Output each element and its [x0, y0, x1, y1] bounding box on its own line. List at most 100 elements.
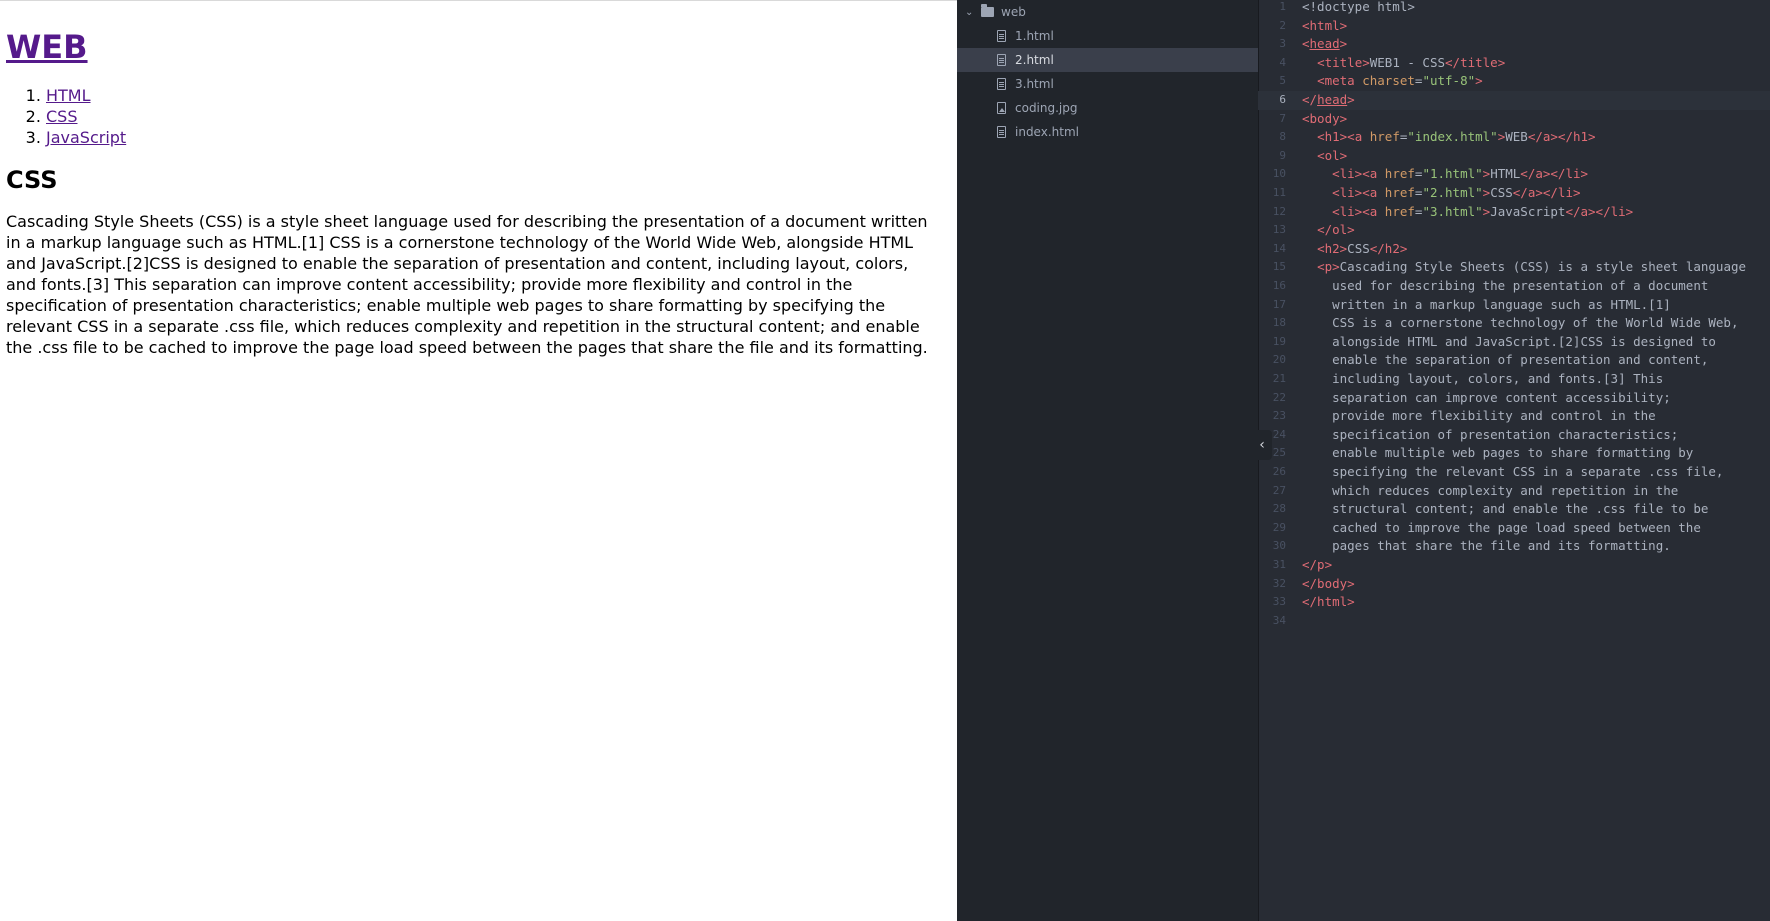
- code-line: 23 provide more flexibility and control …: [1258, 407, 1770, 426]
- body-paragraph: Cascading Style Sheets (CSS) is a style …: [6, 212, 928, 357]
- line-number: 23: [1272, 409, 1286, 423]
- code-text: <html>: [1302, 17, 1348, 33]
- tree-file-3-html[interactable]: 3.html: [957, 72, 1258, 96]
- line-number: 14: [1272, 241, 1286, 255]
- file-label: coding.jpg: [1015, 101, 1078, 115]
- code-line: 27 which reduces complexity and repetiti…: [1258, 482, 1770, 501]
- line-number: 16: [1272, 279, 1286, 292]
- code-text: used for describing the presentation of …: [1302, 278, 1709, 293]
- code-text: <ol>: [1317, 147, 1348, 163]
- code-line: 12 <li><a href="3.html">JavaScript</a></…: [1258, 203, 1770, 222]
- file-icon: [997, 126, 1006, 138]
- code-text: provide more flexibility and control in …: [1302, 408, 1656, 424]
- code-editor[interactable]: 1 <!doctype html> 2 <html> 3 <head> 4 <title>W…: [1258, 0, 1770, 921]
- nav-link-html[interactable]: HTML: [46, 86, 91, 105]
- code-text: </ol>: [1317, 222, 1355, 238]
- chevron-left-icon: ‹: [1259, 437, 1265, 453]
- collapse-panel-button[interactable]: ‹: [1252, 430, 1272, 460]
- code-text: enable the separation of presentation an…: [1302, 352, 1709, 368]
- list-item: HTML: [46, 85, 951, 106]
- code-text: enable multiple web pages to share forma…: [1302, 445, 1694, 461]
- code-line: 29 cached to improve the page load speed…: [1258, 519, 1770, 538]
- code-text: structural content; and enable the .css …: [1302, 501, 1709, 517]
- line-number: 9: [1279, 148, 1286, 162]
- tree-file-2-html[interactable]: 2.html: [957, 48, 1258, 72]
- line-number: 4: [1279, 55, 1286, 69]
- line-number: 10: [1272, 167, 1286, 181]
- line-number: 29: [1272, 520, 1286, 534]
- code-text: pages that share the file and its format…: [1302, 538, 1671, 554]
- code-text: alongside HTML and JavaScript.[2]CSS is …: [1302, 333, 1716, 349]
- code-line: 26 specifying the relevant CSS in a sepa…: [1258, 463, 1770, 482]
- list-item: JavaScript: [46, 127, 951, 148]
- code-text: </p>: [1302, 557, 1333, 572]
- preview-content: WEB HTML CSS JavaScript CSS Cascading St…: [0, 25, 957, 358]
- code-text: <li><a href="2.html">CSS</a></li>: [1332, 185, 1581, 200]
- code-text: <li><a href="1.html">HTML</a></li>: [1332, 166, 1589, 182]
- code-text: written in a markup language such as HTM…: [1302, 296, 1671, 312]
- code-line: 17 written in a markup language such as …: [1258, 296, 1770, 315]
- code-line: 8 <h1><a href="index.html">WEB</a></h1>: [1258, 128, 1770, 147]
- code-line: 5 <meta charset="utf-8">: [1258, 72, 1770, 91]
- tree-file-1-html[interactable]: 1.html: [957, 24, 1258, 48]
- page-title: WEB: [6, 25, 951, 69]
- file-label: 3.html: [1015, 77, 1054, 91]
- line-number: 21: [1272, 372, 1286, 385]
- code-line: 20 enable the separation of presentation…: [1258, 351, 1770, 370]
- tree-file-coding-jpg[interactable]: coding.jpg: [957, 96, 1258, 120]
- code-line: 31 </p>: [1258, 556, 1770, 575]
- nav-link-javascript[interactable]: JavaScript: [46, 128, 126, 147]
- browser-preview-pane: WEB HTML CSS JavaScript CSS Cascading St…: [0, 0, 957, 921]
- code-line: 32 </body>: [1258, 575, 1770, 594]
- line-number: 12: [1272, 204, 1286, 218]
- file-icon: [997, 54, 1006, 66]
- code-text: <h2>CSS</h2>: [1317, 240, 1408, 256]
- code-line: 13 </ol>: [1258, 221, 1770, 240]
- line-number: 31: [1272, 558, 1286, 571]
- nav-link-css[interactable]: CSS: [46, 107, 77, 126]
- code-text: <h1><a href="index.html">WEB</a></h1>: [1317, 129, 1596, 145]
- line-number: 6: [1279, 93, 1286, 106]
- code-text: <!doctype html>: [1302, 0, 1415, 14]
- code-line: 15 <p>Cascading Style Sheets (CSS) is a …: [1258, 258, 1770, 277]
- code-line: 24 specification of presentation charact…: [1258, 426, 1770, 445]
- file-label: 2.html: [1015, 53, 1054, 67]
- page-title-link[interactable]: WEB: [6, 28, 88, 66]
- folder-icon: [981, 4, 994, 17]
- line-number: 26: [1272, 465, 1286, 478]
- line-number: 2: [1279, 18, 1286, 32]
- code-line: 1 <!doctype html>: [1258, 0, 1770, 17]
- code-text: </body>: [1302, 575, 1355, 591]
- code-line: 22 separation can improve content access…: [1258, 389, 1770, 408]
- line-number: 27: [1272, 483, 1286, 497]
- code-text: <p>Cascading Style Sheets (CSS) is a sty…: [1317, 259, 1747, 275]
- tree-folder-web[interactable]: ⌄ web: [957, 0, 1258, 24]
- tree-file-index-html[interactable]: index.html: [957, 120, 1258, 144]
- line-number: 32: [1272, 576, 1286, 590]
- line-number: 1: [1279, 0, 1286, 13]
- line-number: 20: [1272, 353, 1286, 367]
- chevron-down-icon: ⌄: [965, 6, 974, 18]
- code-line: 19 alongside HTML and JavaScript.[2]CSS …: [1258, 333, 1770, 352]
- code-line: 28 structural content; and enable the .c…: [1258, 500, 1770, 519]
- nav-list: HTML CSS JavaScript: [6, 85, 951, 148]
- code-line: 10 <li><a href="1.html">HTML</a></li>: [1258, 165, 1770, 184]
- code-text: <meta charset="utf-8">: [1317, 73, 1483, 89]
- code-text: <head>: [1302, 36, 1348, 52]
- folder-label: web: [1001, 5, 1026, 19]
- code-line: 21 including layout, colors, and fonts.[…: [1258, 370, 1770, 389]
- line-number: 5: [1279, 74, 1286, 88]
- code-line: 18 CSS is a cornerstone technology of th…: [1258, 314, 1770, 333]
- code-text: <title>WEB1 - CSS</title>: [1317, 54, 1506, 70]
- code-text: specification of presentation characteri…: [1302, 426, 1679, 442]
- code-line: 30 pages that share the file and its for…: [1258, 537, 1770, 556]
- line-number: 28: [1272, 502, 1286, 516]
- code-line: 7 <body>: [1258, 110, 1770, 129]
- code-text: which reduces complexity and repetition …: [1302, 482, 1679, 498]
- code-line: 33 </html>: [1258, 593, 1770, 612]
- file-icon: [997, 30, 1006, 42]
- code-text: cached to improve the page load speed be…: [1302, 519, 1701, 535]
- line-number: 7: [1279, 111, 1286, 125]
- code-text: </html>: [1302, 594, 1355, 610]
- code-line: 3 <head>: [1258, 35, 1770, 54]
